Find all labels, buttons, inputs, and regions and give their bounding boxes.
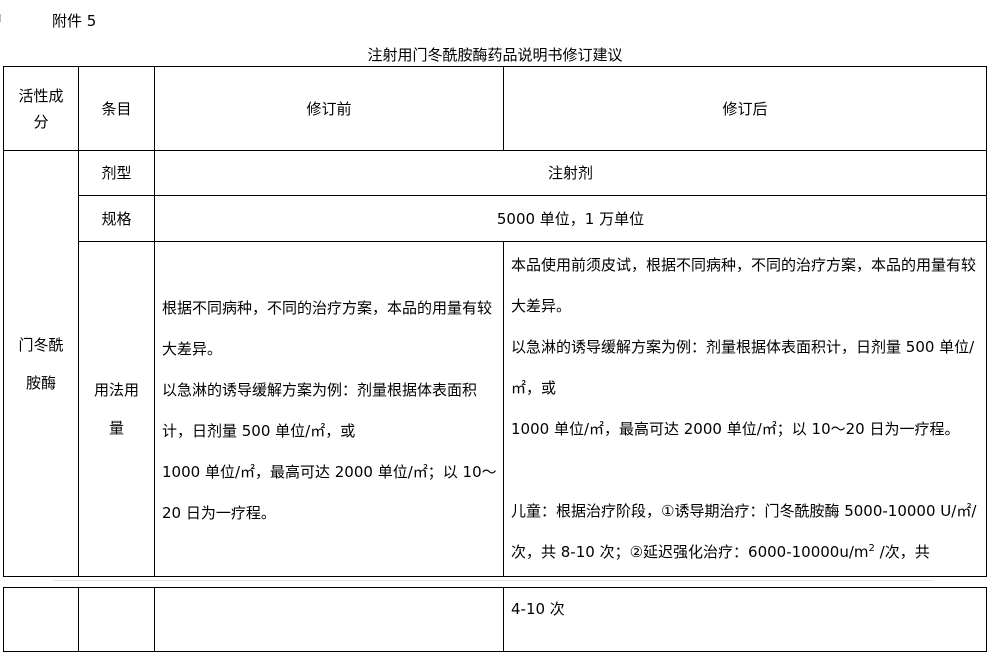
after-paragraph: 1000 单位/㎡，最高可达 2000 单位/㎡；以 10～20 日为一疗程。 — [511, 420, 960, 438]
table-row: 门冬酰胺酶 剂型 注射剂 — [3, 150, 987, 577]
empty-cell — [78, 587, 155, 652]
after-paragraph: 儿童：根据治疗阶段，①诱导期治疗：门冬酰胺酶 5000-10000 U/㎡/次，… — [511, 502, 977, 561]
ingredient-cell: 门冬酰胺酶 — [3, 150, 79, 577]
header-after: 修订后 — [503, 66, 987, 151]
after-paragraph: 以急淋的诱导缓解方案为例：剂量根据体表面积计，日剂量 500 单位/㎡，或 — [511, 338, 975, 397]
item-cell: 用法用量 — [78, 241, 155, 577]
before-paragraph: 根据不同病种，不同的治疗方案，本品的用量有较大差异。 — [162, 299, 493, 358]
merged-value-cell: 5000 单位，1 万单位 — [154, 195, 987, 242]
header-before: 修订前 — [154, 66, 504, 151]
table-header-row: 活性成分 条目 修订前 修订后 — [3, 66, 987, 151]
after-paragraph: 本品使用前须皮试，根据不同病种，不同的治疗方案，本品的用量有较大差异。 — [511, 256, 977, 315]
document-title: 注射用门冬酰胺酶药品说明书修订建议 — [367, 46, 623, 64]
attachment-label: 附件 5 — [52, 12, 97, 30]
item-cell: 规格 — [78, 195, 155, 242]
before-paragraph: 以急淋的诱导缓解方案为例：剂量根据体表面积计，日剂量 500 单位/㎡，或 — [162, 381, 478, 440]
continuation-table: 4-10 次 — [3, 587, 987, 652]
table-row: 4-10 次 — [3, 587, 987, 652]
before-text-cell: 根据不同病种，不同的治疗方案，本品的用量有较大差异。 以急淋的诱导缓解方案为例：… — [154, 241, 504, 577]
table-row: 规格 5000 单位，1 万单位 — [4, 195, 987, 242]
header-active-ingredient: 活性成分 — [3, 66, 79, 151]
before-paragraph: 1000 单位/㎡，最高可达 2000 单位/㎡；以 10～20 日为一疗程。 — [162, 463, 497, 522]
item-cell: 剂型 — [78, 150, 155, 196]
page-break — [3, 576, 986, 587]
continuation-cell: 4-10 次 — [503, 587, 987, 652]
after-text-cell: 本品使用前须皮试，根据不同病种，不同的治疗方案，本品的用量有较大差异。 以急淋的… — [503, 241, 987, 577]
table-row: 用法用量 根据不同病种，不同的治疗方案，本品的用量有较大差异。 以急淋的诱导缓解… — [4, 241, 987, 577]
merged-value-cell: 注射剂 — [154, 150, 987, 196]
margin-marker — [0, 14, 5, 22]
empty-cell — [154, 587, 504, 652]
empty-cell — [3, 587, 79, 652]
header-item: 条目 — [78, 66, 155, 151]
revision-table: 活性成分 条目 修订前 修订后 门冬酰胺酶 剂型 注射剂 规格 5000 单位，… — [3, 66, 987, 577]
